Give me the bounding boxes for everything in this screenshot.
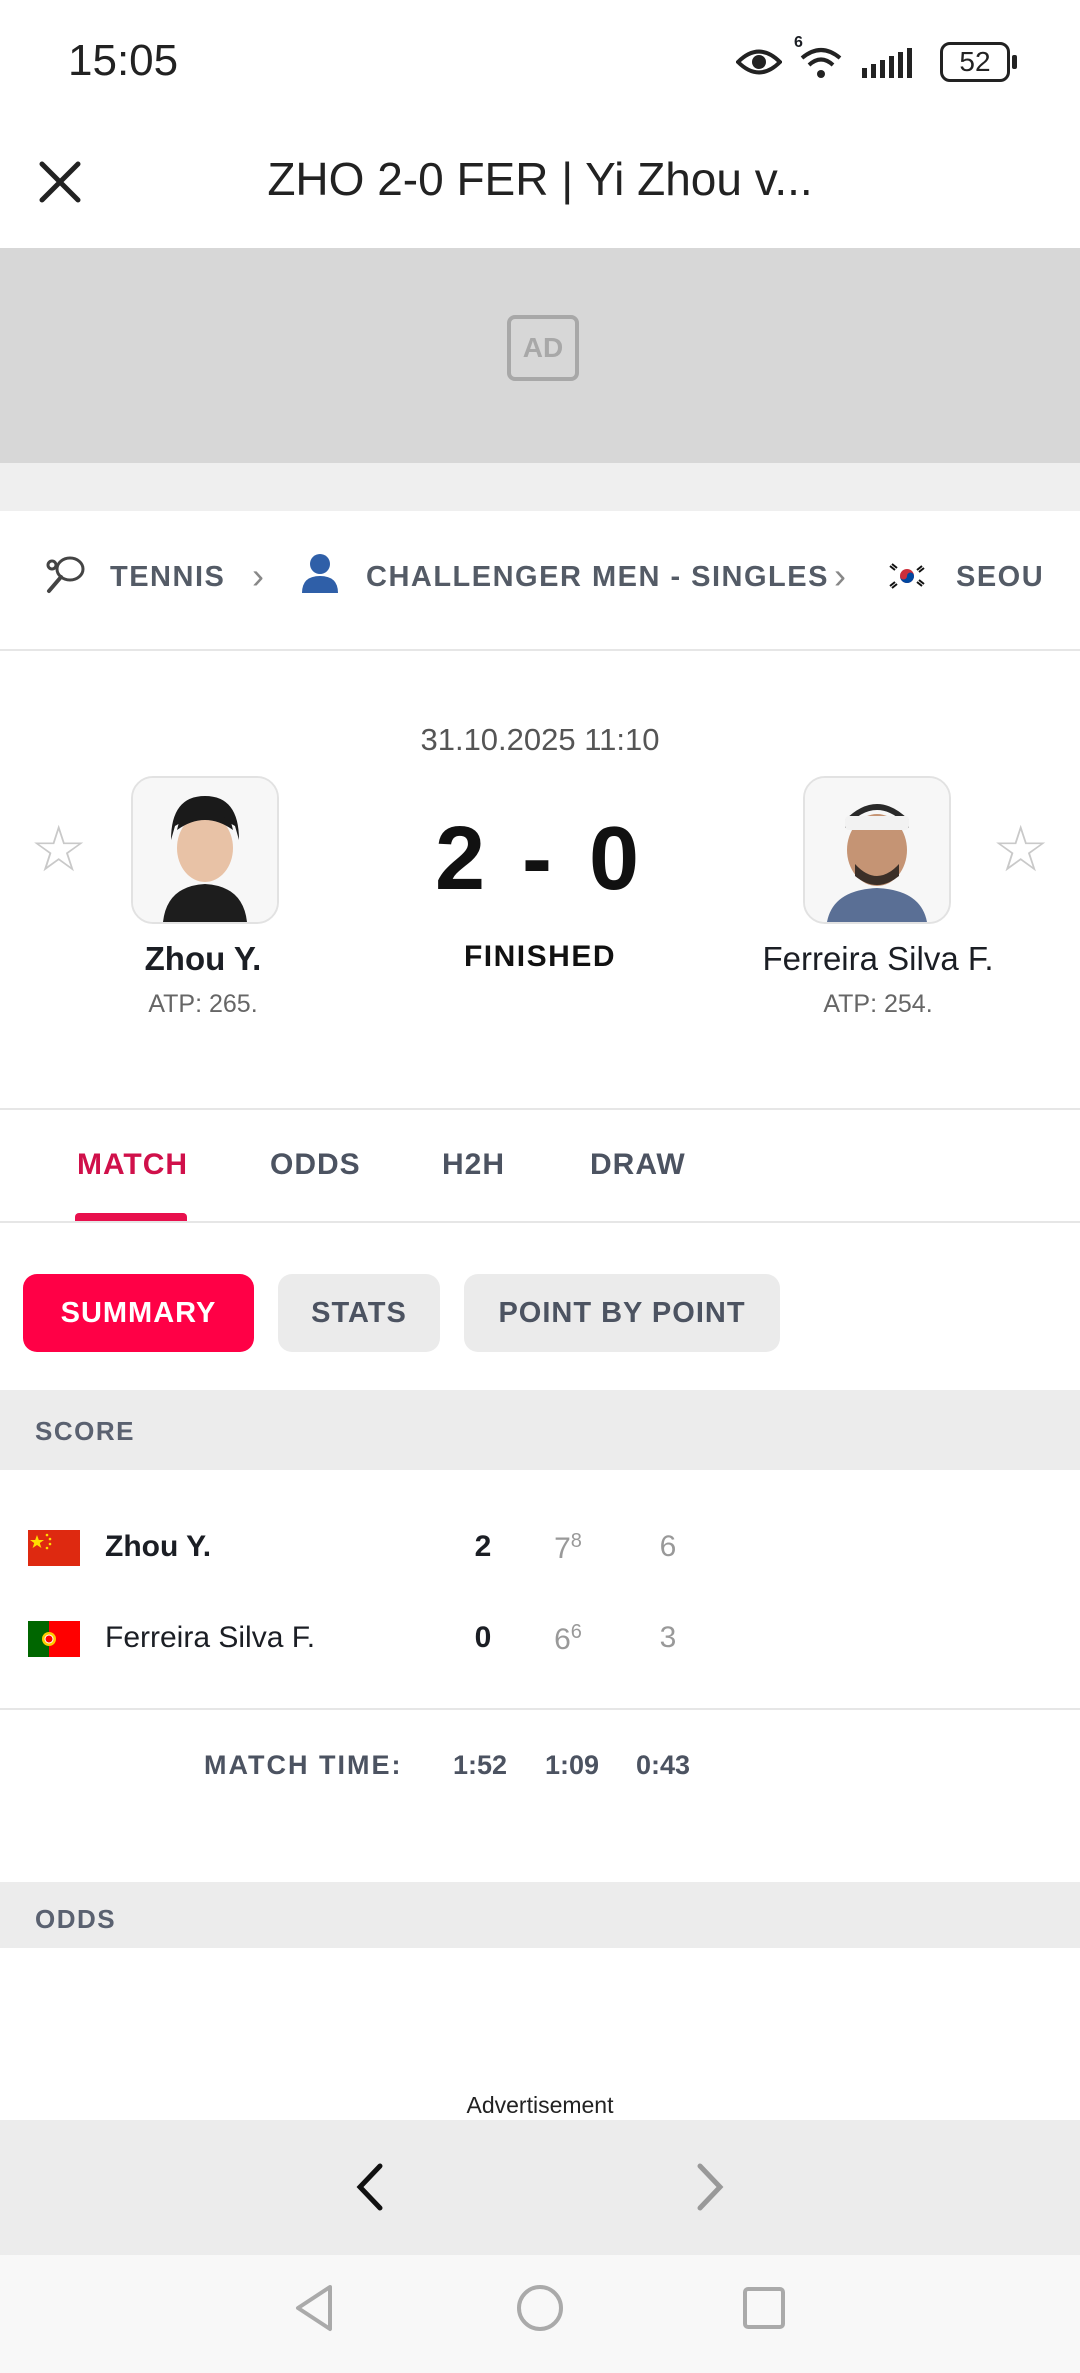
- tab-active-indicator: [75, 1213, 187, 1221]
- breadcrumb-sport[interactable]: TENNIS: [110, 561, 225, 594]
- advertisement-label: Advertisement: [466, 2092, 614, 2118]
- score-away-sets: 0: [474, 1621, 492, 1654]
- divider: [0, 1708, 1080, 1710]
- breadcrumb-tournament[interactable]: SEOU: [956, 561, 1044, 594]
- home-circle-icon[interactable]: [515, 2283, 565, 2333]
- ad-logo: AD: [507, 315, 579, 381]
- score-section-title: SCORE: [35, 1416, 135, 1446]
- subtab-summary[interactable]: SUMMARY: [23, 1274, 254, 1352]
- tab-h2h[interactable]: H2H: [442, 1148, 505, 1182]
- chevron-right-icon: ›: [252, 555, 264, 596]
- home-player-name[interactable]: Zhou Y.: [23, 940, 383, 978]
- away-player-rank: ATP: 254.: [823, 990, 933, 1018]
- battery-icon: 52: [940, 42, 1017, 82]
- match-nav-bar: [0, 2120, 1080, 2255]
- favorite-star-icon[interactable]: ☆: [30, 812, 87, 887]
- favorite-star-icon[interactable]: ☆: [992, 812, 1049, 887]
- person-icon: [302, 554, 338, 593]
- score-home-set1: 78: [548, 1530, 588, 1566]
- wifi-icon: 6: [794, 34, 844, 82]
- match-score: 2 - 0: [434, 809, 646, 909]
- page-title: ZHO 2-0 FER | Yi Zhou v...: [267, 153, 813, 205]
- section-gap: [0, 463, 1080, 511]
- chevron-right-icon: ›: [834, 555, 846, 596]
- portugal-flag-icon: [28, 1621, 80, 1657]
- wifi-badge: 6: [794, 34, 803, 51]
- score-home-set1-tiebreak: 8: [570, 1530, 582, 1552]
- breadcrumb: TENNIS › CHALLENGER MEN - SINGLES › SEOU: [0, 511, 1080, 651]
- score-away-set1-games: 6: [554, 1623, 571, 1656]
- signal-icon: [862, 48, 912, 78]
- score-row-home-name[interactable]: Zhou Y.: [105, 1530, 211, 1564]
- home-player-photo[interactable]: [131, 776, 279, 924]
- breadcrumb-category[interactable]: CHALLENGER MEN - SINGLES: [366, 561, 829, 594]
- away-player-name[interactable]: Ferreira Silva F.: [698, 940, 1058, 978]
- score-away-set1: 66: [548, 1621, 588, 1657]
- eye-icon: [736, 49, 782, 75]
- score-row-away-name[interactable]: Ferreira Silva F.: [105, 1621, 315, 1655]
- divider: [0, 1221, 1080, 1223]
- score-away-set1-tiebreak: 6: [570, 1621, 582, 1643]
- subtab-point-by-point[interactable]: POINT BY POINT: [464, 1274, 780, 1352]
- system-icons: 6 52: [736, 34, 1017, 86]
- back-triangle-icon[interactable]: [292, 2283, 336, 2333]
- tab-odds[interactable]: ODDS: [270, 1148, 361, 1182]
- odds-section-header: [0, 1882, 1080, 1948]
- chevron-left-icon[interactable]: [352, 2162, 388, 2212]
- score-home-sets: 2: [474, 1530, 492, 1563]
- match-time-set2: 0:43: [636, 1750, 691, 1780]
- match-time-total: 1:52: [453, 1750, 508, 1780]
- korea-flag-icon: [886, 561, 928, 591]
- tab-draw[interactable]: DRAW: [590, 1148, 686, 1182]
- match-time-set1: 1:09: [545, 1750, 600, 1780]
- away-player-photo[interactable]: [803, 776, 951, 924]
- match-datetime: 31.10.2025 11:10: [420, 722, 660, 757]
- system-nav-bar: [0, 2255, 1080, 2373]
- tab-match[interactable]: MATCH: [77, 1148, 188, 1182]
- recents-square-icon[interactable]: [741, 2285, 787, 2331]
- close-icon[interactable]: [36, 158, 84, 206]
- score-away-set2: 3: [659, 1621, 677, 1654]
- china-flag-icon: [28, 1530, 80, 1566]
- home-player-rank: ATP: 265.: [148, 990, 258, 1018]
- match-time-label: MATCH TIME:: [204, 1750, 403, 1780]
- match-status: FINISHED: [463, 940, 616, 973]
- odds-section-title: ODDS: [35, 1904, 117, 1934]
- divider: [0, 1108, 1080, 1110]
- subtab-stats[interactable]: STATS: [278, 1274, 440, 1352]
- status-time: 15:05: [68, 36, 179, 85]
- tennis-racket-icon: [46, 556, 85, 593]
- score-home-set2: 6: [659, 1530, 677, 1563]
- chevron-right-icon[interactable]: [692, 2162, 728, 2212]
- score-section-header: [0, 1390, 1080, 1470]
- status-bar: 15:05 6 52: [0, 0, 1080, 120]
- score-home-set1-games: 7: [554, 1532, 571, 1565]
